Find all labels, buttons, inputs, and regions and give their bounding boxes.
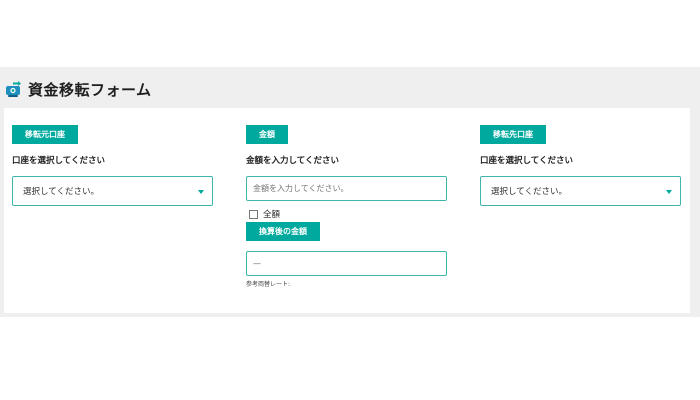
source-account-select-value: 選択してください。 [23, 187, 99, 197]
chevron-down-icon [666, 190, 672, 194]
transfer-form: 移転元口座 口座を選択してください 選択してください。 金額 金額を入力してくだ… [4, 108, 690, 313]
page-title: 資金移転フォーム [28, 80, 152, 99]
full-amount-checkbox[interactable] [249, 209, 258, 219]
amount-section: 金額 金額を入力してください 全額 換算後の金額 — 参考両替レート: [246, 108, 447, 288]
destination-account-section: 移転先口座 口座を選択してください 選択してください。 [480, 108, 681, 206]
money-transfer-icon [6, 81, 21, 97]
source-account-select[interactable]: 選択してください。 [12, 176, 213, 206]
converted-amount-value: — [253, 259, 261, 268]
destination-account-label: 口座を選択してください [480, 156, 573, 166]
destination-account-select[interactable]: 選択してください。 [480, 176, 681, 206]
source-account-section: 移転元口座 口座を選択してください 選択してください。 [12, 108, 213, 206]
converted-amount-field: — [246, 251, 447, 276]
source-account-label: 口座を選択してください [12, 156, 105, 166]
amount-label: 金額を入力してください [246, 156, 339, 166]
chevron-down-icon [198, 190, 204, 194]
destination-account-select-value: 選択してください。 [491, 187, 567, 197]
destination-account-tag: 移転先口座 [480, 125, 546, 144]
full-amount-label: 全額 [263, 210, 281, 220]
page-header: 資金移転フォーム [4, 78, 152, 100]
amount-tag: 金額 [246, 125, 288, 144]
converted-amount-tag: 換算後の金額 [246, 222, 320, 241]
exchange-rate-label: 参考両替レート: [246, 281, 291, 288]
amount-input[interactable] [246, 176, 447, 201]
source-account-tag: 移転元口座 [12, 125, 78, 144]
full-amount-option[interactable]: 全額 [246, 209, 447, 220]
